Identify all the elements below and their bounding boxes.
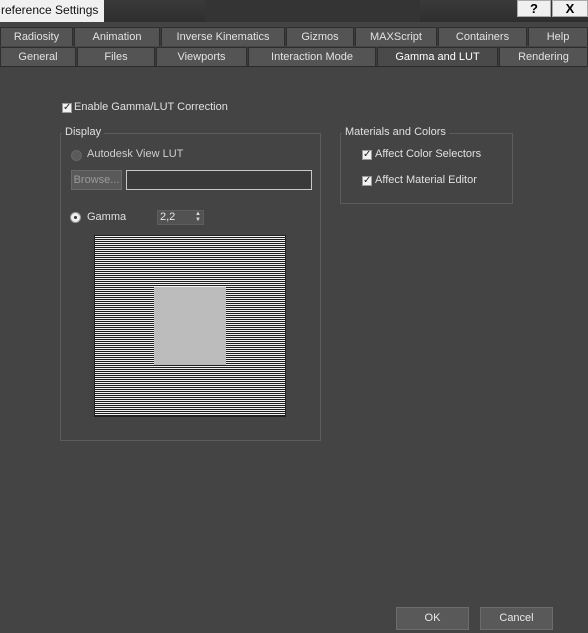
tab-interaction-mode[interactable]: Interaction Mode xyxy=(248,47,376,66)
affect-material-editor-label[interactable]: Affect Material Editor xyxy=(375,174,477,186)
tab-files[interactable]: Files xyxy=(77,47,155,66)
gamma-test-pattern xyxy=(94,235,286,417)
tab-radiosity[interactable]: Radiosity xyxy=(0,27,73,46)
gamma-radio[interactable] xyxy=(70,212,81,223)
display-group-title: Display xyxy=(62,126,105,138)
tab-containers[interactable]: Containers xyxy=(438,27,527,46)
tab-animation[interactable]: Animation xyxy=(74,27,160,46)
tab-row-bottom: General Files Viewports Interaction Mode… xyxy=(0,47,588,67)
enable-gamma-checkbox[interactable]: ✓ xyxy=(62,103,72,113)
tab-maxscript[interactable]: MAXScript xyxy=(355,27,437,46)
gamma-reference-square xyxy=(154,287,226,365)
window-title: reference Settings xyxy=(0,0,105,22)
tab-divider xyxy=(0,66,588,67)
autodesk-lut-radio[interactable] xyxy=(71,150,82,161)
tab-gamma-and-lut[interactable]: Gamma and LUT xyxy=(377,47,498,67)
autodesk-lut-label[interactable]: Autodesk View LUT xyxy=(87,148,183,160)
gamma-value[interactable]: 2,2 xyxy=(160,211,175,223)
affect-color-selectors-label[interactable]: Affect Color Selectors xyxy=(375,148,481,160)
affect-material-editor-checkbox[interactable]: ✓ xyxy=(362,176,372,186)
ok-button[interactable]: OK xyxy=(396,607,469,630)
tab-row-top: Radiosity Animation Inverse Kinematics G… xyxy=(0,27,588,46)
affect-color-selectors-checkbox[interactable]: ✓ xyxy=(362,150,372,160)
tab-general[interactable]: General xyxy=(0,47,76,66)
gamma-value-spinner[interactable]: 2,2 ▲ ▼ xyxy=(157,210,204,225)
help-button[interactable]: ? xyxy=(517,0,551,17)
browse-button[interactable]: Browse... xyxy=(71,170,122,190)
tab-help[interactable]: Help xyxy=(528,27,588,46)
lut-path-field[interactable] xyxy=(126,170,312,190)
tab-gizmos[interactable]: Gizmos xyxy=(286,27,354,46)
background-window-blur xyxy=(205,0,420,22)
materials-colors-group-title: Materials and Colors xyxy=(342,126,449,138)
cancel-button[interactable]: Cancel xyxy=(480,607,553,630)
enable-gamma-label[interactable]: Enable Gamma/LUT Correction xyxy=(74,101,228,113)
tab-rendering[interactable]: Rendering xyxy=(499,47,588,66)
spinner-arrows-icon[interactable]: ▲ ▼ xyxy=(195,211,201,223)
tab-inverse-kinematics[interactable]: Inverse Kinematics xyxy=(161,27,285,46)
preference-settings-dialog: reference Settings ? X Radiosity Animati… xyxy=(0,0,588,633)
title-bar[interactable]: reference Settings ? X xyxy=(0,0,588,22)
gamma-label[interactable]: Gamma xyxy=(87,211,126,223)
materials-colors-group xyxy=(340,133,513,204)
tab-viewports[interactable]: Viewports xyxy=(156,47,247,66)
close-button[interactable]: X xyxy=(552,0,588,17)
